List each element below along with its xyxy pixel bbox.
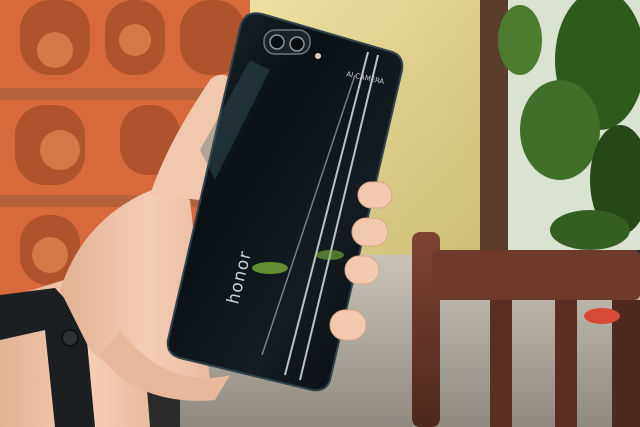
camera-lens-icon [269,34,285,50]
photo-scene: AI CAMERA honor [0,0,640,427]
flash-icon [315,53,321,59]
leaf-reflection [316,250,344,260]
red-flower [584,308,620,324]
leaf-reflection [252,262,288,274]
camera-lens-icon [289,36,305,52]
